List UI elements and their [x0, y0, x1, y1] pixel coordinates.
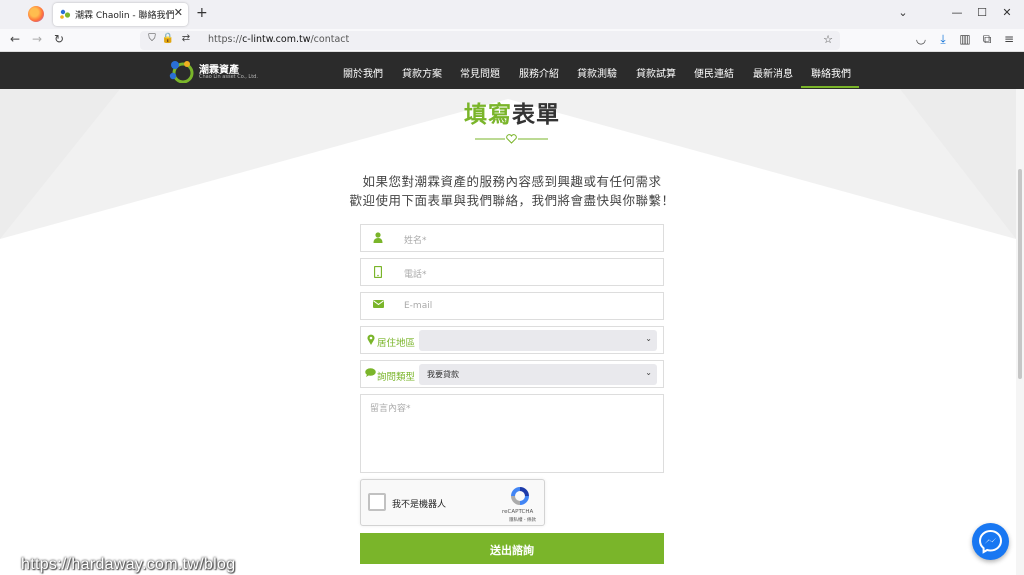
recaptcha-brand: reCAPTCHA — [502, 509, 534, 515]
submit-label: 送出諮詢 — [490, 544, 534, 557]
envelope-icon — [371, 300, 385, 314]
browser-tab-bar: 潮霖 Chaolin - 聯絡我們 ✕ + ⌄ — ☐ ✕ — [0, 0, 1024, 29]
user-icon — [371, 232, 385, 246]
menu-item-links[interactable]: 便民連結 — [694, 65, 734, 80]
firefox-icon — [28, 6, 44, 22]
inquiry-type-label: 詢問類型 — [377, 372, 416, 383]
back-icon[interactable]: ← — [7, 32, 23, 46]
message-placeholder: 留言內容* — [370, 404, 411, 414]
intro-line-1: 如果您對潮霖資產的服務內容感到興趣或有任何需求 — [362, 174, 662, 189]
menu-icon[interactable]: ≡ — [1001, 32, 1017, 46]
close-window-icon[interactable]: ✕ — [999, 6, 1015, 19]
menu-item-loan-plans[interactable]: 貸款方案 — [402, 65, 442, 80]
tab-list-icon[interactable]: ⌄ — [895, 6, 911, 19]
sidebar-icon[interactable]: ▥ — [957, 32, 973, 46]
menu-item-faq[interactable]: 常見問題 — [460, 65, 500, 80]
phone-placeholder: 電話* — [404, 270, 427, 280]
menu-item-news[interactable]: 最新消息 — [753, 65, 793, 80]
menu-item-loan-calculator[interactable]: 貸款試算 — [636, 65, 676, 80]
name-field[interactable]: 姓名* — [360, 224, 664, 252]
new-tab-icon[interactable]: + — [196, 5, 208, 21]
bookmark-star-icon[interactable]: ☆ — [820, 33, 836, 46]
url-text: https://c-lintw.com.tw/contact — [208, 34, 350, 45]
maximize-icon[interactable]: ☐ — [974, 6, 990, 19]
submit-button[interactable]: 送出諮詢 — [360, 533, 664, 564]
comment-icon — [363, 368, 377, 382]
logo-subtitle: Chao Lin asset Co., Ltd. — [199, 74, 258, 80]
messenger-icon — [978, 529, 1003, 554]
name-placeholder: 姓名* — [404, 236, 427, 246]
messenger-chat-button[interactable] — [972, 523, 1009, 560]
site-favicon-icon — [60, 9, 71, 19]
menu-item-contact[interactable]: 聯絡我們 — [811, 65, 851, 80]
area-select-field: 居住地區 ⌄ — [360, 326, 664, 354]
recaptcha-checkbox[interactable] — [368, 493, 386, 511]
phone-field[interactable]: 電話* — [360, 258, 664, 286]
email-field[interactable]: E-mail — [360, 292, 664, 320]
area-select[interactable]: ⌄ — [419, 330, 657, 351]
heart-divider-icon — [475, 134, 548, 144]
chevron-down-icon: ⌄ — [645, 334, 652, 343]
area-label: 居住地區 — [377, 338, 416, 349]
watermark-text: https://hardaway.com.tw/blog — [21, 556, 236, 573]
message-textarea[interactable]: 留言內容* — [360, 394, 664, 473]
shield-icon[interactable]: ⛉ — [144, 33, 160, 44]
active-menu-indicator — [801, 86, 859, 88]
pocket-icon[interactable]: ◡ — [913, 32, 929, 46]
mobile-phone-icon — [371, 265, 385, 280]
recaptcha-widget: 我不是機器人 reCAPTCHA 隱私權 - 條款 — [360, 479, 545, 526]
inquiry-type-select[interactable]: 我要貸款 ⌄ — [419, 364, 657, 385]
lock-icon[interactable]: 🔒 — [160, 33, 176, 44]
recaptcha-logo-icon — [511, 487, 529, 505]
minimize-icon[interactable]: — — [949, 6, 965, 19]
recaptcha-label: 我不是機器人 — [392, 500, 447, 510]
tab-close-icon[interactable]: ✕ — [174, 6, 183, 19]
inquiry-type-value: 我要貸款 — [427, 370, 459, 379]
reload-icon[interactable]: ↻ — [51, 32, 67, 46]
map-marker-icon — [364, 334, 378, 348]
forward-icon[interactable]: → — [29, 32, 45, 46]
downloads-icon[interactable]: ⤓ — [935, 32, 951, 47]
browser-nav-bar: ← → ↻ ⛉ 🔒 ⇄ https://c-lintw.com.tw/conta… — [0, 29, 1024, 52]
form-title: 填寫表單 — [464, 102, 560, 128]
intro-line-2: 歡迎使用下面表單與我們聯絡，我們將會盡快與你聯繫！ — [349, 193, 675, 208]
page-scrollbar[interactable] — [1016, 89, 1024, 575]
chevron-down-icon: ⌄ — [645, 368, 652, 377]
tab-title: 潮霖 Chaolin - 聯絡我們 — [75, 11, 175, 21]
email-placeholder: E-mail — [404, 301, 433, 311]
menu-item-services[interactable]: 服務介紹 — [519, 65, 559, 80]
browser-tab[interactable]: 潮霖 Chaolin - 聯絡我們 ✕ — [53, 3, 188, 26]
menu-item-about[interactable]: 關於我們 — [343, 65, 383, 80]
inquiry-type-field: 詢問類型 我要貸款 ⌄ — [360, 360, 664, 388]
site-logo-icon[interactable] — [167, 59, 195, 83]
url-bar[interactable]: ⛉ 🔒 ⇄ https://c-lintw.com.tw/contact ☆ — [140, 31, 840, 50]
permissions-icon[interactable]: ⇄ — [178, 33, 194, 44]
recaptcha-terms[interactable]: 隱私權 - 條款 — [509, 517, 536, 523]
extensions-icon[interactable]: ⧉ — [979, 32, 995, 47]
menu-item-loan-test[interactable]: 貸款測驗 — [577, 65, 617, 80]
site-header: 潮霖資產 Chao Lin asset Co., Ltd. 關於我們 貸款方案 … — [0, 52, 1024, 89]
